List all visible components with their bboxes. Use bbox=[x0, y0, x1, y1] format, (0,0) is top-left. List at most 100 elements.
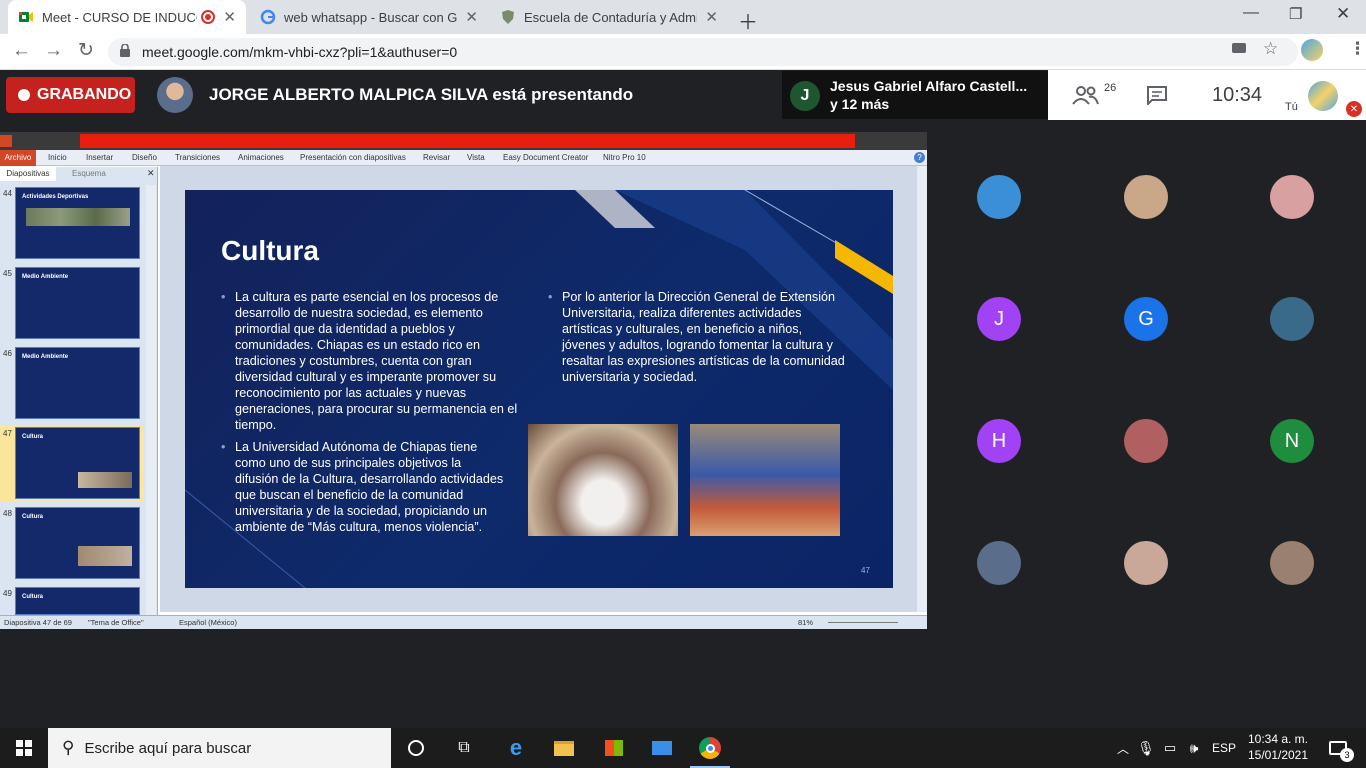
slide-scrollbar[interactable] bbox=[917, 166, 927, 612]
ribbon-tab-easy-document[interactable]: Easy Document Creator bbox=[503, 153, 588, 162]
ribbon-tab-diseno[interactable]: Diseño bbox=[132, 153, 157, 162]
language-indicator[interactable]: ESP bbox=[1208, 728, 1240, 768]
profile-avatar[interactable] bbox=[1301, 39, 1323, 61]
tab-title: Escuela de Contaduría y Adminis bbox=[524, 9, 698, 25]
back-icon[interactable]: ← bbox=[12, 40, 31, 62]
participant-avatar[interactable]: G bbox=[1124, 297, 1168, 341]
participants-count: 26 bbox=[1104, 82, 1117, 94]
chrome-icon[interactable] bbox=[690, 728, 730, 768]
thumb-title: Cultura bbox=[22, 594, 43, 600]
thumb-number: 45 bbox=[3, 269, 12, 278]
tab-meet[interactable]: Meet - CURSO DE INDUCCIÓ ✕ bbox=[8, 0, 246, 34]
volume-icon[interactable]: 🕪 bbox=[1183, 728, 1205, 768]
slide-thumbnail-48[interactable]: Cultura bbox=[15, 507, 140, 579]
cortana-icon[interactable] bbox=[398, 728, 434, 768]
participant-avatar[interactable] bbox=[977, 541, 1021, 585]
thumb-title: Medio Ambiente bbox=[22, 354, 69, 360]
ribbon-tab-insertar[interactable]: Insertar bbox=[86, 153, 113, 162]
ribbon-tab-archivo[interactable]: Archivo bbox=[0, 150, 36, 166]
microphone-icon[interactable]: 🎙 bbox=[1136, 728, 1156, 768]
window-close-icon[interactable]: ✕ bbox=[1336, 4, 1350, 24]
current-slide: Cultura • La cultura es parte esencial en… bbox=[185, 190, 893, 588]
participant-avatar[interactable] bbox=[977, 175, 1021, 219]
ribbon-tab-transiciones[interactable]: Transiciones bbox=[175, 153, 220, 162]
mic-off-icon: ✕ bbox=[1346, 101, 1362, 117]
url-field[interactable]: meet.google.com/mkm-vhbi-cxz?pli=1&authu… bbox=[108, 38, 1298, 66]
tab-whatsapp-search[interactable]: web whatsapp - Buscar con Goo ✕ bbox=[250, 0, 488, 34]
close-icon[interactable]: ✕ bbox=[223, 8, 236, 26]
taskbar-time: 10:34 a. m. bbox=[1247, 732, 1309, 746]
participant-avatar[interactable]: H bbox=[977, 419, 1021, 463]
participant-avatar[interactable] bbox=[1270, 175, 1314, 219]
restore-icon[interactable]: ❐ bbox=[1289, 5, 1302, 23]
close-icon[interactable]: ✕ bbox=[705, 8, 718, 26]
chat-icon[interactable] bbox=[1146, 85, 1168, 107]
task-view-icon[interactable]: ⧉ bbox=[446, 728, 482, 768]
thumb-photos bbox=[78, 546, 132, 566]
notifications-icon[interactable]: 3 bbox=[1318, 728, 1358, 768]
participant-avatar[interactable] bbox=[1124, 419, 1168, 463]
participant-avatar[interactable] bbox=[1124, 175, 1168, 219]
slide-bullet-1: • La cultura es parte esencial en los pro… bbox=[221, 290, 518, 432]
new-tab-icon[interactable]: ＋ bbox=[738, 6, 758, 35]
slide-bullet-3: • Por lo anterior la Dirección General de… bbox=[548, 290, 845, 384]
ribbon-tab-inicio[interactable]: Inicio bbox=[48, 153, 67, 162]
ribbon-tab-animaciones[interactable]: Animaciones bbox=[238, 153, 284, 162]
panel-tab-esquema[interactable]: Esquema bbox=[72, 169, 106, 178]
participant-avatar[interactable]: N bbox=[1270, 419, 1314, 463]
slide-thumbnail-44[interactable]: Actividades Deportivas bbox=[15, 187, 140, 259]
panel-close-icon[interactable]: ✕ bbox=[147, 168, 155, 179]
people-icon[interactable] bbox=[1072, 84, 1104, 106]
chat-notification[interactable]: J Jesus Gabriel Alfaro Castell... y 12 m… bbox=[782, 71, 1048, 119]
bookmark-star-icon[interactable]: ☆ bbox=[1263, 39, 1278, 59]
camera-icon[interactable] bbox=[1232, 43, 1246, 53]
close-icon[interactable]: ✕ bbox=[465, 8, 478, 26]
reload-icon[interactable]: ↻ bbox=[78, 39, 94, 62]
status-theme: "Tema de Office" bbox=[88, 618, 144, 627]
participant-avatar[interactable] bbox=[1270, 297, 1314, 341]
search-icon: ⚲ bbox=[62, 738, 75, 757]
recording-tab-icon bbox=[201, 10, 216, 24]
slide-thumbnail-49[interactable]: Cultura bbox=[15, 587, 140, 615]
network-icon[interactable]: ▭ bbox=[1160, 728, 1180, 768]
ribbon-tab-nitro[interactable]: Nitro Pro 10 bbox=[603, 153, 646, 162]
slide-thumbnail-46[interactable]: Medio Ambiente bbox=[15, 347, 140, 419]
browser-menu-icon[interactable]: ⋮ bbox=[1349, 39, 1366, 59]
windows-start-icon[interactable] bbox=[0, 728, 48, 768]
forward-icon[interactable]: → bbox=[44, 40, 63, 62]
mail-icon[interactable] bbox=[642, 728, 682, 768]
thumb-photos bbox=[26, 208, 130, 226]
slide-thumbnail-45[interactable]: Medio Ambiente bbox=[15, 267, 140, 339]
recording-badge: GRABANDO bbox=[6, 77, 135, 113]
file-explorer-icon[interactable] bbox=[544, 728, 584, 768]
participant-avatar[interactable] bbox=[1124, 541, 1168, 585]
store-icon[interactable] bbox=[594, 728, 634, 768]
thumb-title: Cultura bbox=[22, 514, 43, 520]
participant-avatar[interactable] bbox=[1270, 541, 1314, 585]
edge-icon[interactable]: e bbox=[496, 728, 536, 768]
ribbon-tab-vista[interactable]: Vista bbox=[467, 153, 485, 162]
recording-label: GRABANDO bbox=[37, 86, 132, 103]
self-avatar[interactable] bbox=[1308, 81, 1338, 111]
ribbon-tab-revisar[interactable]: Revisar bbox=[423, 153, 450, 162]
slide-thumbnail-47[interactable]: Cultura bbox=[15, 427, 140, 499]
taskbar-clock[interactable]: 10:34 a. m. 15/01/2021 bbox=[1246, 732, 1310, 762]
tab-escuela[interactable]: Escuela de Contaduría y Adminis ✕ bbox=[490, 0, 728, 34]
status-slide: Diapositiva 47 de 69 bbox=[4, 618, 72, 627]
presenter-avatar bbox=[157, 77, 193, 113]
panel-scrollbar[interactable] bbox=[146, 185, 156, 615]
taskbar-search-box[interactable]: ⚲ Escribe aquí para buscar bbox=[48, 728, 391, 768]
search-placeholder: Escribe aquí para buscar bbox=[84, 739, 252, 757]
minimize-icon[interactable]: — bbox=[1243, 4, 1259, 22]
help-icon[interactable]: ? bbox=[914, 152, 925, 163]
tray-chevron-icon[interactable]: ︿ bbox=[1112, 728, 1134, 768]
browser-tab-bar: Meet - CURSO DE INDUCCIÓ ✕ web whatsapp … bbox=[0, 0, 1366, 34]
participant-avatar[interactable]: J bbox=[977, 297, 1021, 341]
presenter-text: JORGE ALBERTO MALPICA SILVA está present… bbox=[209, 85, 634, 104]
zoom-slider[interactable] bbox=[828, 622, 898, 623]
pp-ribbon: Archivo Inicio Insertar Diseño Transicio… bbox=[0, 150, 927, 166]
thumb-number: 44 bbox=[3, 189, 12, 198]
performance-photo bbox=[690, 424, 840, 536]
ribbon-tab-presentacion[interactable]: Presentación con diapositivas bbox=[300, 153, 406, 162]
panel-tab-diapositivas[interactable]: Diapositivas bbox=[0, 167, 56, 181]
